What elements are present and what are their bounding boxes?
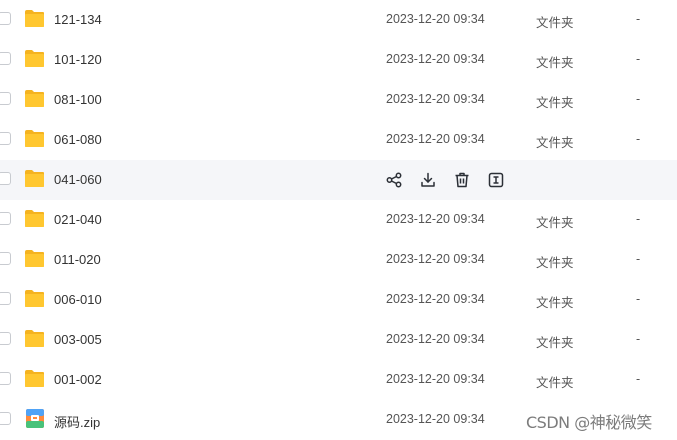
row-checkbox[interactable] [0,52,11,65]
file-size: - [636,132,641,146]
file-size: - [636,52,641,66]
file-type: 文件夹 [536,335,574,350]
folder-icon [25,370,44,387]
file-name[interactable]: 011-020 [54,252,101,267]
row-checkbox[interactable] [0,92,11,105]
file-name[interactable]: 081-100 [54,92,102,107]
modified-date: 2023-12-20 09:34 [386,12,485,26]
file-row[interactable]: 061-080 2023-12-20 09:34 文件夹 - [0,120,677,160]
folder-icon [25,10,44,27]
file-type: 文件夹 [536,215,574,230]
modified-date: 2023-12-20 09:34 [386,292,485,306]
file-size: - [636,12,641,26]
file-row[interactable]: 011-020 2023-12-20 09:34 文件夹 - [0,240,677,280]
modified-date: 2023-12-20 09:34 [386,252,485,266]
file-row[interactable]: 081-100 2023-12-20 09:34 文件夹 - [0,80,677,120]
delete-icon[interactable] [453,171,471,189]
file-row[interactable]: 003-005 2023-12-20 09:34 文件夹 - [0,320,677,360]
file-name[interactable]: 041-060 [54,172,102,187]
file-name[interactable]: 006-010 [54,292,102,307]
row-checkbox[interactable] [0,212,11,225]
watermark: CSDN @神秘微笑 [526,413,652,432]
file-name[interactable]: 003-005 [54,332,102,347]
file-type: 文件夹 [536,135,574,150]
file-name[interactable]: 001-002 [54,372,102,387]
file-size: - [636,292,641,306]
file-row[interactable]: 001-002 2023-12-20 09:34 文件夹 - [0,360,677,400]
row-checkbox[interactable] [0,252,11,265]
file-size: - [636,372,641,386]
row-checkbox[interactable] [0,12,11,25]
folder-icon [25,290,44,307]
file-type: 文件夹 [536,255,574,270]
modified-date: 2023-12-20 09:34 [386,212,485,226]
zip-icon [26,409,44,428]
file-type: 文件夹 [536,15,574,30]
download-icon[interactable] [419,171,437,189]
file-row[interactable]: 101-120 2023-12-20 09:34 文件夹 - [0,40,677,80]
folder-icon [25,170,44,187]
folder-icon [25,130,44,147]
file-type: 文件夹 [536,55,574,70]
file-type: 文件夹 [536,95,574,110]
folder-icon [25,330,44,347]
row-checkbox[interactable] [0,412,11,425]
modified-date: 2023-12-20 09:34 [386,412,485,426]
modified-date: 2023-12-20 09:34 [386,92,485,106]
folder-icon [25,210,44,227]
modified-date: 2023-12-20 09:34 [386,132,485,146]
modified-date: 2023-12-20 09:34 [386,52,485,66]
file-type: 文件夹 [536,375,574,390]
folder-icon [25,90,44,107]
file-size: - [636,332,641,346]
modified-date: 2023-12-20 09:34 [386,372,485,386]
modified-date: 2023-12-20 09:34 [386,332,485,346]
folder-icon [25,50,44,67]
file-size: - [636,212,641,226]
file-type: 文件夹 [536,295,574,310]
file-row-hovered[interactable]: 041-060 [0,160,677,200]
row-checkbox[interactable] [0,172,11,185]
file-row[interactable]: 021-040 2023-12-20 09:34 文件夹 - [0,200,677,240]
row-checkbox[interactable] [0,292,11,305]
file-row[interactable]: 006-010 2023-12-20 09:34 文件夹 - [0,280,677,320]
file-name[interactable]: 021-040 [54,212,102,227]
row-checkbox[interactable] [0,372,11,385]
more-icon[interactable] [487,171,505,189]
file-name[interactable]: 061-080 [54,132,102,147]
row-checkbox[interactable] [0,132,11,145]
folder-icon [25,250,44,267]
file-name[interactable]: 101-120 [54,52,102,67]
file-name[interactable]: 源码.zip [54,412,100,431]
file-size: - [636,252,641,266]
row-checkbox[interactable] [0,332,11,345]
file-name[interactable]: 121-134 [54,12,102,27]
file-row[interactable]: 121-134 2023-12-20 09:34 文件夹 - [0,0,677,40]
share-icon[interactable] [385,171,403,189]
file-size: - [636,92,641,106]
